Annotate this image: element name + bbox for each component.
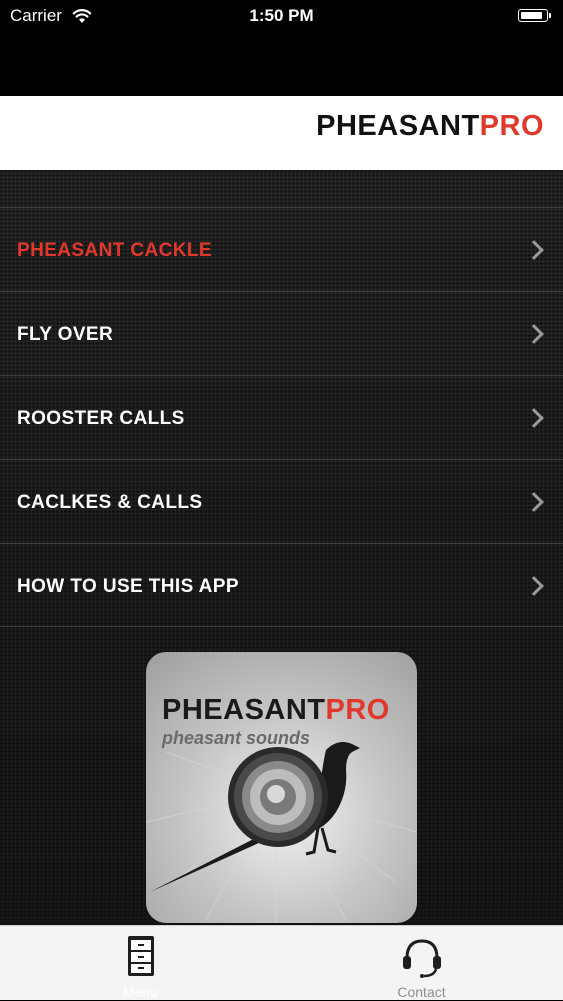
- menu-item-label: ROOSTER CALLS: [17, 408, 185, 429]
- logo-title-pheasant: PHEASANT: [162, 694, 326, 726]
- headset-icon: [402, 939, 441, 978]
- menu-item-label: HOW TO USE THIS APP: [17, 576, 239, 597]
- menu-item-rooster-calls[interactable]: ROOSTER CALLS: [0, 375, 563, 459]
- menu-item-fly-over[interactable]: FLY OVER: [0, 291, 563, 375]
- menu-item-label: CACLKES & CALLS: [17, 492, 203, 513]
- app-logo-card: PHEASANTPRO pheasant sounds: [146, 652, 417, 923]
- chevron-right-icon: [524, 240, 544, 260]
- menu-item-pheasant-cackle[interactable]: PHEASANT CACKLE: [0, 207, 563, 291]
- tab-bar: Menu Contact: [0, 925, 563, 1000]
- chevron-right-icon: [524, 576, 544, 596]
- tab-contact[interactable]: Contact: [281, 926, 562, 1001]
- brand-logo-text: PHEASANTPRO: [316, 110, 544, 143]
- menu-item-label: PHEASANT CACKLE: [17, 240, 212, 261]
- menu-list: PHEASANT CACKLE FLY OVER ROOSTER CALLS C…: [0, 207, 563, 627]
- menu-item-label: FLY OVER: [17, 324, 114, 345]
- tab-menu-label: Menu: [122, 984, 159, 1000]
- logo-title: PHEASANTPRO: [162, 694, 390, 727]
- clock: 1:50 PM: [249, 6, 314, 25]
- logo-subtitle: pheasant sounds: [162, 728, 311, 748]
- chevron-right-icon: [524, 324, 544, 344]
- battery-icon: [518, 9, 548, 22]
- app-header: PHEASANTPRO: [0, 96, 563, 170]
- status-bar: Carrier 1:50 PM: [0, 0, 563, 34]
- menu-item-how-to-use[interactable]: HOW TO USE THIS APP: [0, 543, 563, 627]
- brand-part-pro: PRO: [479, 110, 544, 142]
- logo-title-pro: PRO: [325, 694, 390, 726]
- battery-tip: [549, 13, 551, 18]
- chevron-right-icon: [524, 408, 544, 428]
- tab-menu[interactable]: Menu: [0, 926, 281, 1001]
- chevron-right-icon: [524, 492, 544, 512]
- menu-item-cackles-calls[interactable]: CACLKES & CALLS: [0, 459, 563, 543]
- tab-contact-label: Contact: [397, 984, 446, 1000]
- pheasant-speaker-illustration: [146, 742, 417, 923]
- brand-part-pheasant: PHEASANT: [316, 110, 480, 142]
- cabinet-icon: [127, 936, 154, 976]
- main-content: PHEASANT CACKLE FLY OVER ROOSTER CALLS C…: [0, 170, 563, 925]
